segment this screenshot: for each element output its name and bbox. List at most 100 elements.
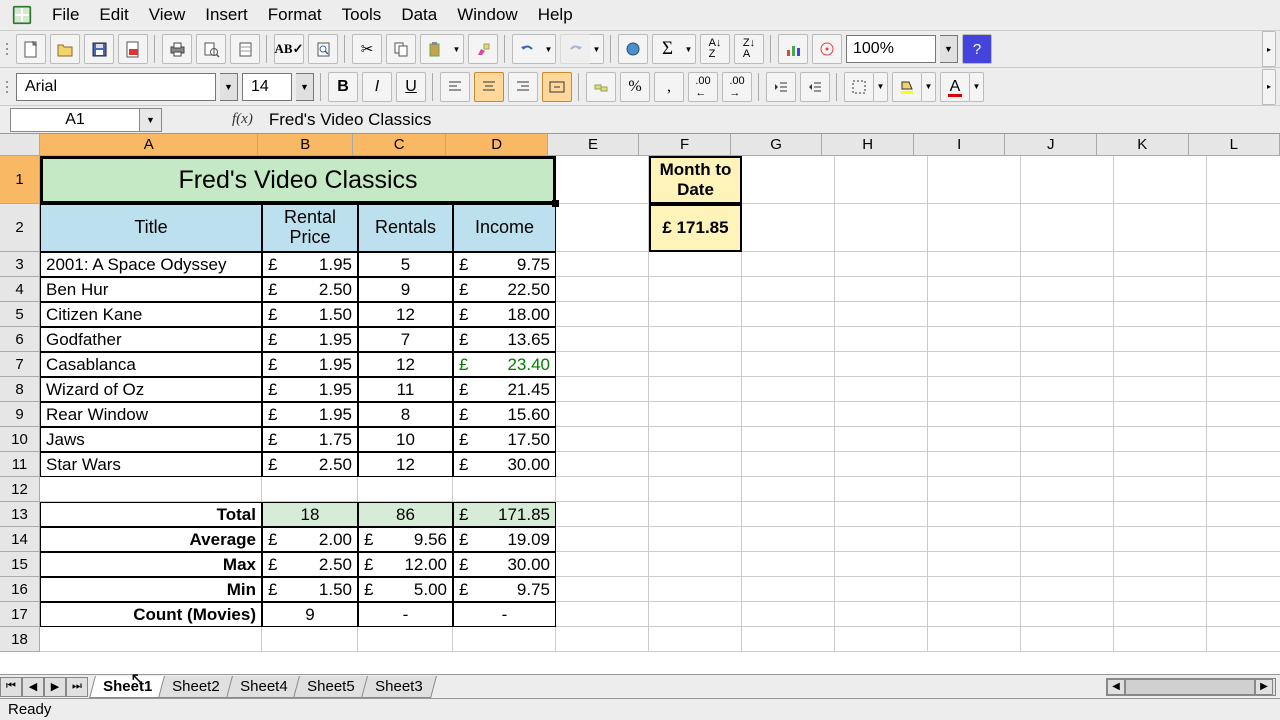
cell-E9[interactable] bbox=[556, 402, 649, 427]
movie-price[interactable]: £1.75 bbox=[262, 427, 358, 452]
cell-I1[interactable] bbox=[928, 156, 1021, 204]
cell-G10[interactable] bbox=[742, 427, 835, 452]
cell-E2[interactable] bbox=[556, 204, 649, 252]
cell-I17[interactable] bbox=[928, 602, 1021, 627]
cell-I18[interactable] bbox=[928, 627, 1021, 652]
cell-I13[interactable] bbox=[928, 502, 1021, 527]
movie-income[interactable]: £18.00 bbox=[453, 302, 556, 327]
cell-G15[interactable] bbox=[742, 552, 835, 577]
cell-H16[interactable] bbox=[835, 577, 928, 602]
movie-title[interactable]: Star Wars bbox=[40, 452, 262, 477]
cell-H9[interactable] bbox=[835, 402, 928, 427]
row-header-7[interactable]: 7 bbox=[0, 352, 40, 377]
cell-I6[interactable] bbox=[928, 327, 1021, 352]
cell-G8[interactable] bbox=[742, 377, 835, 402]
col-header-J[interactable]: J bbox=[1005, 134, 1097, 156]
col-header-C[interactable]: C bbox=[353, 134, 447, 156]
cell-L12[interactable] bbox=[1207, 477, 1280, 502]
movie-rentals[interactable]: 12 bbox=[358, 352, 453, 377]
cell-L9[interactable] bbox=[1207, 402, 1280, 427]
row-header-11[interactable]: 11 bbox=[0, 452, 40, 477]
cell-E3[interactable] bbox=[556, 252, 649, 277]
cell-L8[interactable] bbox=[1207, 377, 1280, 402]
cell-F7[interactable] bbox=[649, 352, 742, 377]
label-count[interactable]: Count (Movies) bbox=[40, 602, 262, 627]
total-d[interactable]: £171.85 bbox=[453, 502, 556, 527]
cell-L18[interactable] bbox=[1207, 627, 1280, 652]
cell-D12[interactable] bbox=[453, 477, 556, 502]
font-size-arrow[interactable]: ▼ bbox=[296, 73, 314, 101]
col-header-A[interactable]: A bbox=[40, 134, 258, 156]
sheet-tab-sheet5[interactable]: Sheet5 bbox=[293, 676, 368, 698]
movie-price[interactable]: £1.95 bbox=[262, 352, 358, 377]
max-c[interactable]: £12.00 bbox=[358, 552, 453, 577]
movie-title[interactable]: Godfather bbox=[40, 327, 262, 352]
cell-J12[interactable] bbox=[1021, 477, 1114, 502]
cell-I11[interactable] bbox=[928, 452, 1021, 477]
cell-E8[interactable] bbox=[556, 377, 649, 402]
cell-H6[interactable] bbox=[835, 327, 928, 352]
tab-nav-prev[interactable]: ◀ bbox=[22, 677, 44, 697]
remove-decimal-button[interactable]: .00→ bbox=[722, 72, 752, 102]
cell-K12[interactable] bbox=[1114, 477, 1207, 502]
cell-G6[interactable] bbox=[742, 327, 835, 352]
movie-price[interactable]: £1.95 bbox=[262, 327, 358, 352]
cell-E5[interactable] bbox=[556, 302, 649, 327]
movie-price[interactable]: £2.50 bbox=[262, 277, 358, 302]
toolbar-grip[interactable] bbox=[4, 34, 10, 64]
menu-file[interactable]: File bbox=[42, 1, 89, 28]
font-name-arrow[interactable]: ▼ bbox=[220, 73, 238, 101]
cell-H12[interactable] bbox=[835, 477, 928, 502]
movie-title[interactable]: Citizen Kane bbox=[40, 302, 262, 327]
page-preview-button[interactable] bbox=[230, 34, 260, 64]
cell-L4[interactable] bbox=[1207, 277, 1280, 302]
cell-F13[interactable] bbox=[649, 502, 742, 527]
row-header-6[interactable]: 6 bbox=[0, 327, 40, 352]
open-button[interactable] bbox=[50, 34, 80, 64]
decrease-indent-button[interactable] bbox=[766, 72, 796, 102]
horizontal-scrollbar[interactable]: ◀ ▶ bbox=[1106, 678, 1276, 696]
menu-help[interactable]: Help bbox=[528, 1, 583, 28]
sheet-tab-sheet3[interactable]: Sheet3 bbox=[361, 676, 436, 698]
col-header-I[interactable]: I bbox=[914, 134, 1006, 156]
col-header-G[interactable]: G bbox=[731, 134, 823, 156]
sheet-tab-sheet2[interactable]: Sheet2 bbox=[158, 676, 233, 698]
row-header-10[interactable]: 10 bbox=[0, 427, 40, 452]
cell-K13[interactable] bbox=[1114, 502, 1207, 527]
row-header-3[interactable]: 3 bbox=[0, 252, 40, 277]
cell-L5[interactable] bbox=[1207, 302, 1280, 327]
cell-I9[interactable] bbox=[928, 402, 1021, 427]
cell-J3[interactable] bbox=[1021, 252, 1114, 277]
cell-F8[interactable] bbox=[649, 377, 742, 402]
cell-D18[interactable] bbox=[453, 627, 556, 652]
cell-H10[interactable] bbox=[835, 427, 928, 452]
cell-H17[interactable] bbox=[835, 602, 928, 627]
cell-E13[interactable] bbox=[556, 502, 649, 527]
cell-G9[interactable] bbox=[742, 402, 835, 427]
cell-G3[interactable] bbox=[742, 252, 835, 277]
name-box[interactable]: A1 bbox=[10, 108, 140, 132]
menu-format[interactable]: Format bbox=[258, 1, 332, 28]
cell-F5[interactable] bbox=[649, 302, 742, 327]
min-b[interactable]: £1.50 bbox=[262, 577, 358, 602]
movie-title[interactable]: 2001: A Space Odyssey bbox=[40, 252, 262, 277]
cell-K4[interactable] bbox=[1114, 277, 1207, 302]
min-d[interactable]: £9.75 bbox=[453, 577, 556, 602]
chart-button[interactable] bbox=[778, 34, 808, 64]
menu-insert[interactable]: Insert bbox=[195, 1, 258, 28]
formula-input[interactable]: Fred's Video Classics bbox=[263, 108, 1280, 132]
cell-H11[interactable] bbox=[835, 452, 928, 477]
label-total[interactable]: Total bbox=[40, 502, 262, 527]
tab-nav-last[interactable]: ⏭ bbox=[66, 677, 88, 697]
cell-K11[interactable] bbox=[1114, 452, 1207, 477]
cell-H2[interactable] bbox=[835, 204, 928, 252]
row-header-15[interactable]: 15 bbox=[0, 552, 40, 577]
sum-dropdown[interactable]: Σ▼ bbox=[652, 34, 696, 64]
menu-tools[interactable]: Tools bbox=[332, 1, 392, 28]
cell-K1[interactable] bbox=[1114, 156, 1207, 204]
header-price[interactable]: RentalPrice bbox=[262, 204, 358, 252]
sort-desc-button[interactable]: Z↓A bbox=[734, 34, 764, 64]
increase-indent-button[interactable] bbox=[800, 72, 830, 102]
cell-G16[interactable] bbox=[742, 577, 835, 602]
row-header-5[interactable]: 5 bbox=[0, 302, 40, 327]
